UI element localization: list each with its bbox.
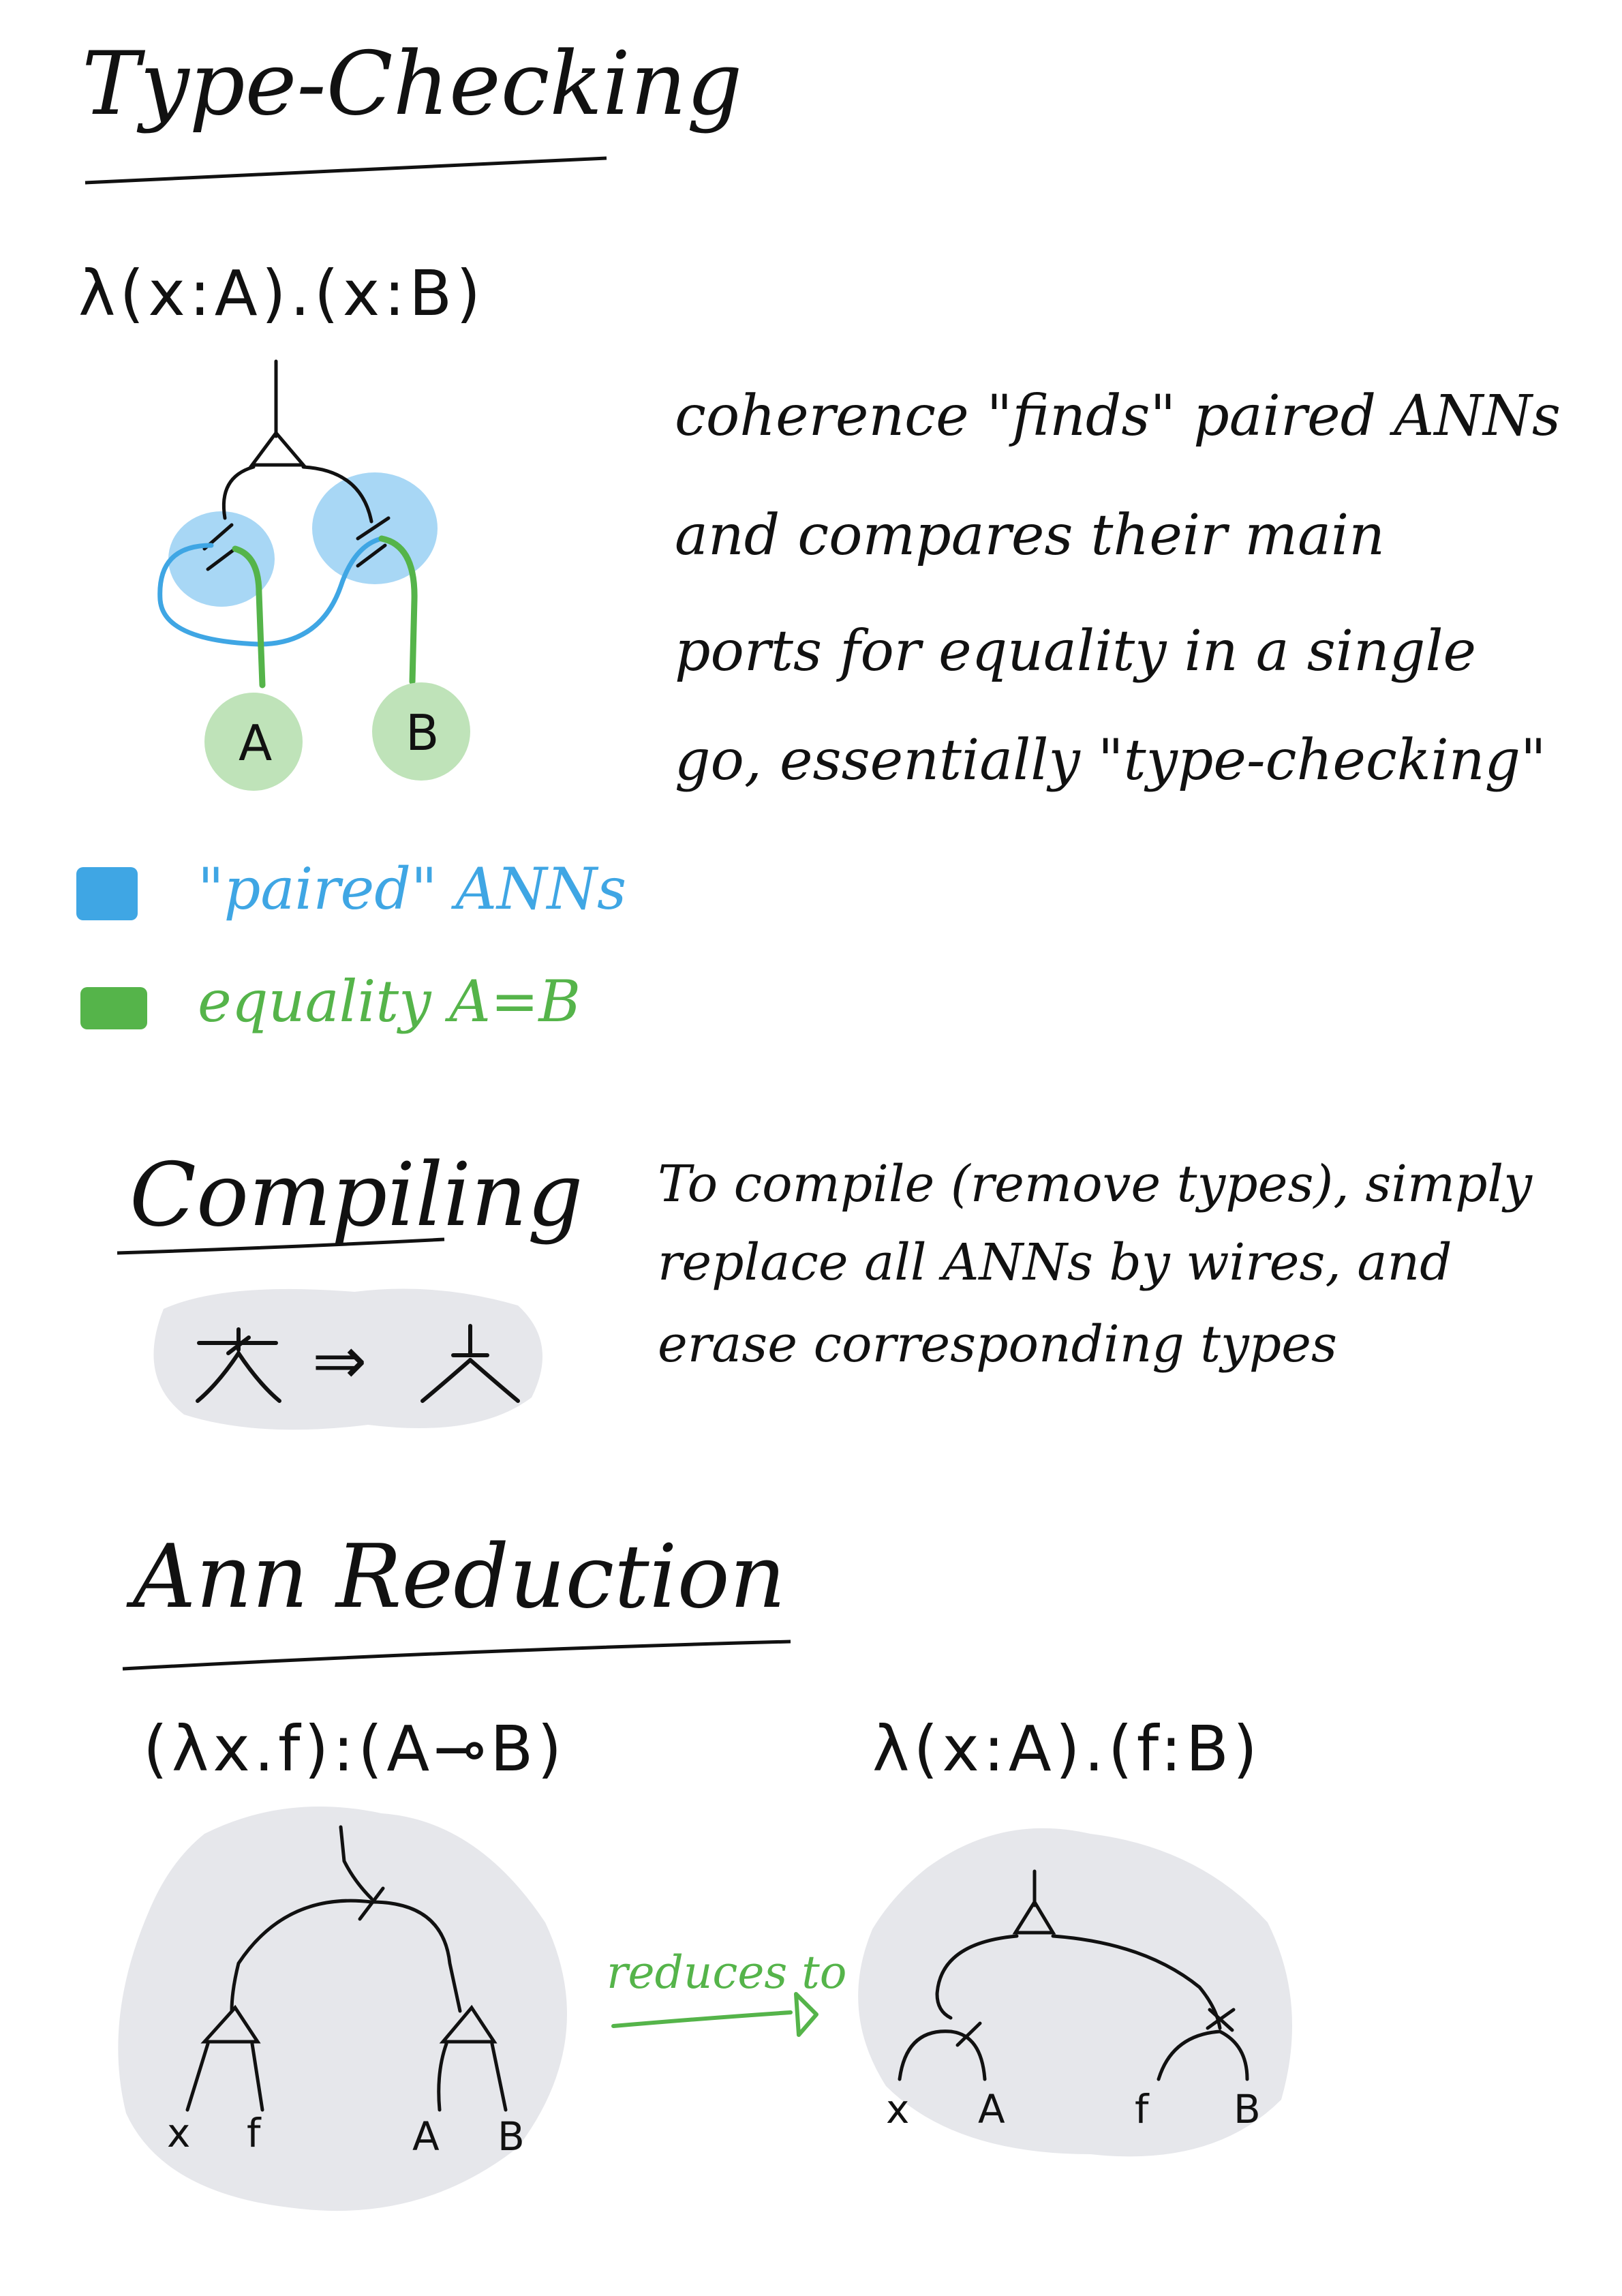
compiling-title: Compiling — [129, 1145, 583, 1246]
compiling-arrow: ⇒ — [312, 1323, 371, 1399]
ann-reduction-underline — [122, 1640, 791, 1671]
type-checking-note-line-3: ports for equality in a single — [675, 619, 1477, 684]
reduces-to-arrow-head — [794, 1992, 818, 2037]
reduction-right-leaf-f: f — [1135, 2086, 1149, 2132]
type-checking-formula: λ(x:A).(x:B) — [78, 257, 485, 330]
reduction-left-leaf-a: A — [412, 2113, 440, 2160]
reduction-right-leaf-b: B — [1234, 2086, 1261, 2132]
reduction-left-leaf-f: f — [247, 2110, 261, 2156]
type-checking-title: Type-Checking — [82, 33, 743, 135]
type-checking-note-line-1: coherence "finds" paired ANNs — [675, 384, 1561, 449]
reduction-left-formula: (λx.f):(A⊸B) — [143, 1712, 566, 1785]
reduction-right-blob — [858, 1828, 1292, 2157]
reduction-right-leaf-x: x — [886, 2086, 910, 2132]
legend-blue-swatch — [76, 867, 138, 920]
type-checking-note-line-2: and compares their main — [675, 503, 1386, 568]
reduces-to-label: reduces to — [607, 1946, 847, 1999]
type-checking-note-line-4: go, essentially "type-checking" — [675, 728, 1546, 793]
compiling-note-line-3: erase corresponding types — [658, 1315, 1337, 1374]
ann-reduction-title: Ann Reduction — [133, 1526, 786, 1628]
legend-paired-anns: "paired" ANNs — [198, 856, 627, 922]
reduces-to-arrow-line — [611, 2010, 793, 2028]
compiling-note-line-1: To compile (remove types), simply — [658, 1155, 1533, 1213]
reduction-right-formula: λ(x:A).(f:B) — [872, 1712, 1261, 1785]
legend-equality: equality A=B — [198, 968, 581, 1035]
title-underline — [85, 156, 607, 185]
leaf-a-label: A — [239, 714, 273, 772]
reduction-right-leaf-a: A — [978, 2086, 1005, 2132]
legend-green-swatch — [80, 987, 147, 1029]
reduction-left-leaf-x: x — [167, 2110, 191, 2156]
reduction-left-leaf-b: B — [498, 2113, 525, 2160]
compiling-note-line-2: replace all ANNs by wires, and — [658, 1233, 1452, 1292]
leaf-b-label: B — [406, 704, 440, 761]
